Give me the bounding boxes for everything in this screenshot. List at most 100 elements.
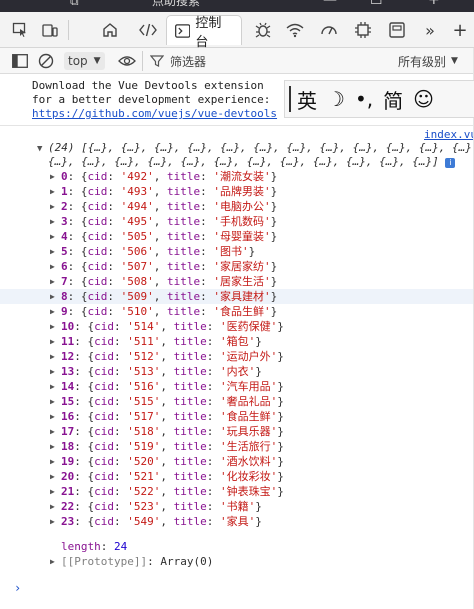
- array-item-row[interactable]: ▶ 23: {cid: '549', title: '家具'}: [0, 514, 474, 529]
- expand-triangle-icon[interactable]: ▶: [50, 439, 55, 454]
- welcome-home-icon[interactable]: [96, 15, 124, 45]
- expand-triangle-icon[interactable]: ▶: [50, 274, 55, 289]
- expand-triangle-icon[interactable]: ▶: [50, 454, 55, 469]
- ime-simplified-toggle[interactable]: 简: [383, 85, 403, 114]
- source-link[interactable]: index.vue:: [424, 128, 474, 141]
- array-item-row[interactable]: ▶ 14: {cid: '516', title: '汽车用品'}: [0, 379, 474, 394]
- network-wifi-icon[interactable]: [282, 15, 308, 45]
- item-index: 7: [61, 275, 68, 288]
- expand-triangle-icon[interactable]: ▶: [50, 214, 55, 229]
- expand-triangle-icon[interactable]: ▶: [50, 514, 55, 529]
- item-cid: '515': [127, 395, 161, 408]
- expand-triangle-icon[interactable]: ▶: [50, 394, 55, 409]
- expand-triangle-icon[interactable]: ▶: [50, 199, 55, 214]
- array-item-row[interactable]: ▶ 10: {cid: '514', title: '医药保健'}: [0, 319, 474, 334]
- expand-triangle-icon[interactable]: ▶: [50, 184, 55, 199]
- context-select[interactable]: top ▼: [64, 52, 105, 70]
- tab-console[interactable]: 控制台: [166, 15, 242, 50]
- more-tabs-button[interactable]: »: [420, 15, 440, 45]
- maximize-button[interactable]: ☐: [370, 0, 383, 8]
- array-item-row[interactable]: ▶ 18: {cid: '519', title: '生活旅行'}: [0, 439, 474, 454]
- minimize-button[interactable]: —: [323, 0, 337, 8]
- array-item-row[interactable]: ▶ 1: {cid: '493', title: '品牌男装'}: [0, 184, 474, 199]
- tab-console-label: 控制台: [195, 15, 222, 50]
- bug-icon[interactable]: [250, 15, 276, 45]
- device-toolbar-icon[interactable]: [38, 15, 62, 45]
- expand-triangle-icon[interactable]: ▶: [50, 424, 55, 439]
- item-index: 16: [61, 410, 75, 423]
- array-item-row[interactable]: ▶ 3: {cid: '495', title: '手机数码'}: [0, 214, 474, 229]
- array-item-row[interactable]: ▶ 15: {cid: '515', title: '奢品礼品'}: [0, 394, 474, 409]
- item-title: '奢品礼品': [220, 395, 278, 408]
- ime-grip[interactable]: [289, 86, 291, 112]
- array-item-row[interactable]: ▶ 11: {cid: '511', title: '箱包'}: [0, 334, 474, 349]
- array-item-row[interactable]: ▶ 13: {cid: '513', title: '内衣'}: [0, 364, 474, 379]
- array-expand-caret-icon[interactable]: ▼: [37, 144, 42, 154]
- expand-triangle-icon[interactable]: ▶: [50, 409, 55, 424]
- expand-triangle-icon[interactable]: ▶: [50, 554, 55, 569]
- array-item-row[interactable]: ▶ 8: {cid: '509', title: '家具建材'}: [0, 289, 474, 304]
- expand-triangle-icon[interactable]: ▶: [50, 334, 55, 349]
- array-item-row[interactable]: ▶ 5: {cid: '506', title: '图书'}: [0, 244, 474, 259]
- log-levels-dropdown[interactable]: 所有级别 ▼: [398, 52, 458, 70]
- tab-separator: [68, 20, 69, 40]
- item-cid: '516': [127, 380, 161, 393]
- expand-triangle-icon[interactable]: ▶: [50, 469, 55, 484]
- expand-triangle-icon[interactable]: ▶: [50, 259, 55, 274]
- ime-emoji-icon[interactable]: ☺: [413, 87, 434, 111]
- item-index: 9: [61, 305, 68, 318]
- array-item-row[interactable]: ▶ 21: {cid: '522', title: '钟表珠宝'}: [0, 484, 474, 499]
- expand-triangle-icon[interactable]: ▶: [50, 379, 55, 394]
- item-index: 14: [61, 380, 75, 393]
- item-index: 21: [61, 485, 75, 498]
- array-item-row[interactable]: ▶ 22: {cid: '523', title: '书籍'}: [0, 499, 474, 514]
- array-item-row[interactable]: ▶ 12: {cid: '512', title: '运动户外'}: [0, 349, 474, 364]
- performance-icon[interactable]: [316, 15, 342, 45]
- message-divider: [0, 125, 474, 126]
- expand-triangle-icon[interactable]: ▶: [50, 364, 55, 379]
- array-item-row[interactable]: ▶ 0: {cid: '492', title: '潮流女装'}: [0, 169, 474, 184]
- sidebar-toggle-icon[interactable]: [12, 52, 28, 70]
- prototype-row[interactable]: ▶ [[Prototype]]: Array(0): [0, 554, 474, 569]
- expand-triangle-icon[interactable]: ▶: [50, 289, 55, 304]
- item-cid: '508': [120, 275, 154, 288]
- ime-moon-icon[interactable]: ☽: [327, 87, 345, 111]
- new-tab-button[interactable]: +: [428, 0, 440, 8]
- array-item-row[interactable]: ▶ 9: {cid: '510', title: '食品生鲜'}: [0, 304, 474, 319]
- array-item-row[interactable]: ▶ 2: {cid: '494', title: '电脑办公'}: [0, 199, 474, 214]
- live-expression-eye-icon[interactable]: [118, 52, 136, 70]
- array-item-row[interactable]: ▶ 20: {cid: '521', title: '化妆彩妆'}: [0, 469, 474, 484]
- expand-triangle-icon[interactable]: ▶: [50, 169, 55, 184]
- expand-triangle-icon[interactable]: ▶: [50, 304, 55, 319]
- expand-triangle-icon[interactable]: ▶: [50, 484, 55, 499]
- array-item-row[interactable]: ▶ 16: {cid: '517', title: '食品生鲜'}: [0, 409, 474, 424]
- array-preview-line1[interactable]: (24) [{…}, {…}, {…}, {…}, {…}, {…}, {…},…: [48, 141, 474, 155]
- array-item-row[interactable]: ▶ 17: {cid: '518', title: '玩具乐器'}: [0, 424, 474, 439]
- expand-triangle-icon[interactable]: ▶: [50, 244, 55, 259]
- expand-triangle-icon[interactable]: ▶: [50, 499, 55, 514]
- item-cid: '514': [127, 320, 161, 333]
- expand-triangle-icon[interactable]: ▶: [50, 349, 55, 364]
- console-prompt-icon[interactable]: ›: [14, 581, 21, 595]
- ime-language-toggle[interactable]: 英: [297, 85, 317, 114]
- inspect-element-icon[interactable]: [8, 15, 32, 45]
- add-tool-icon[interactable]: +: [446, 15, 474, 45]
- item-title: '内衣': [220, 365, 256, 378]
- array-item-row[interactable]: ▶ 4: {cid: '505', title: '母婴童装'}: [0, 229, 474, 244]
- application-icon[interactable]: [384, 15, 410, 45]
- item-index: 18: [61, 440, 75, 453]
- array-item-row[interactable]: ▶ 7: {cid: '508', title: '居家生活'}: [0, 274, 474, 289]
- filter-input[interactable]: 筛选器: [150, 52, 206, 70]
- array-item-row[interactable]: ▶ 6: {cid: '507', title: '家居家纺'}: [0, 259, 474, 274]
- expand-triangle-icon[interactable]: ▶: [50, 319, 55, 334]
- array-item-row[interactable]: ▶ 19: {cid: '520', title: '酒水饮料'}: [0, 454, 474, 469]
- memory-icon[interactable]: [350, 15, 376, 45]
- info-badge-icon[interactable]: i: [445, 158, 456, 168]
- expand-triangle-icon[interactable]: ▶: [50, 229, 55, 244]
- item-index: 11: [61, 335, 75, 348]
- elements-tab-icon[interactable]: [134, 15, 162, 45]
- clear-console-icon[interactable]: [38, 52, 54, 70]
- vue-devtools-link[interactable]: https://github.com/vuejs/vue-devtools: [32, 107, 282, 121]
- ime-punctuation-toggle[interactable]: •,: [355, 87, 373, 111]
- console-toolbar: top ▼ 筛选器 所有级别 ▼: [0, 48, 474, 74]
